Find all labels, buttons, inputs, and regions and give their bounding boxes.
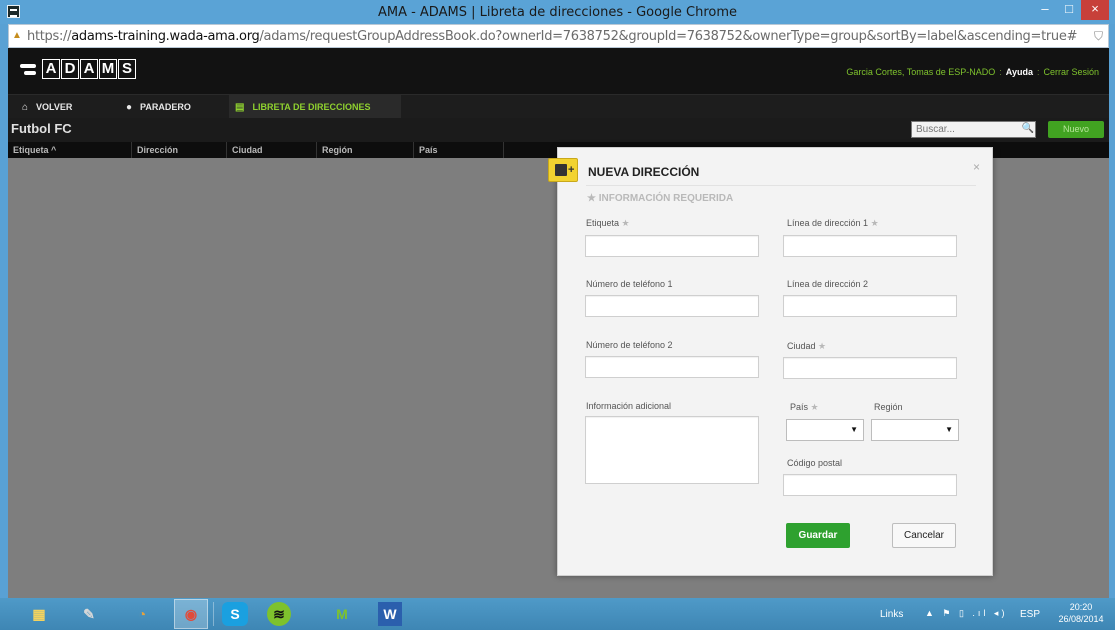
warning-lock-icon[interactable]: ▲ [12,30,24,42]
language-indicator[interactable]: ESP [1020,609,1040,620]
required-star-icon: ★ [818,341,827,351]
nav-label: PARADERO [140,102,191,112]
nav-label: VOLVER [36,102,73,112]
new-address-dialog: NUEVA DIRECCIÓN × ★ INFORMACIÓN REQUERID… [548,147,993,576]
clock-date: 26/08/2014 [1058,614,1104,624]
file-explorer-icon[interactable]: ▦ [22,599,56,629]
logo-letter: S [118,59,136,79]
nav-libreta-direcciones[interactable]: ▤ LIBRETA DE DIRECCIONES [229,95,401,119]
close-window-button[interactable]: × [1081,0,1109,20]
location-pin-icon: ● [126,102,133,113]
home-icon: ⌂ [22,102,29,113]
info-adicional-label: Información adicional [586,401,672,411]
column-header-etiqueta[interactable]: Etiqueta ^ [8,142,132,158]
title-bar: AMA - ADAMS | Libreta de direcciones - G… [0,0,1115,24]
etiqueta-label: Etiqueta ★ [586,218,630,229]
info-adicional-textarea[interactable] [585,416,759,484]
minimize-button[interactable]: – [1033,0,1057,20]
windows-taskbar: ▦ ✎ ◔ ◉ S ≋ M W Links ▲ ⚑ ▯ .ıl ◂) ESP 2… [0,598,1115,630]
window-title: AMA - ADAMS | Libreta de direcciones - G… [377,5,738,20]
codigo-postal-input[interactable] [783,474,957,496]
column-header-ciudad[interactable]: Ciudad [227,142,317,158]
dialog-title: NUEVA DIRECCIÓN [588,165,700,179]
skype-icon[interactable]: S [222,602,248,626]
label-text: País [790,402,809,412]
region-select[interactable]: ▼ [871,419,959,441]
logo-letter: A [80,59,98,79]
dropdown-arrow-icon: ▼ [850,425,858,434]
divider [586,185,976,186]
notepad-icon[interactable]: ✎ [72,599,106,629]
browser-window: AMA - ADAMS | Libreta de direcciones - G… [0,0,1115,598]
linea1-label: Línea de dirección 1 ★ [787,218,879,229]
save-button[interactable]: Guardar [786,523,850,548]
nav-paradero[interactable]: ● PARADERO [120,95,220,119]
column-header-region[interactable]: Región [317,142,414,158]
address-bar[interactable]: ▲ https://adams-training.wada-ama.org/ad… [8,24,1109,48]
list-toolbar: Futbol FC 🔍 Nuevo [8,118,1109,142]
label-text: Línea de dirección 1 [787,218,869,228]
region-label: Región [874,402,903,412]
telefono2-input[interactable] [585,356,759,378]
cancel-button[interactable]: Cancelar [892,523,956,548]
movistar-icon[interactable]: M [325,599,359,629]
pais-label: País ★ [790,402,819,413]
clock-time: 20:20 [1069,602,1093,612]
links-toolbar[interactable]: Links [880,609,903,620]
logo-letter: M [99,59,117,79]
close-dialog-button[interactable]: × [973,160,980,174]
column-header-direccion[interactable]: Dirección [132,142,227,158]
user-bar: Garcia Cortes, Tomas de ESP-NADO: Ayuda: C… [846,67,1099,77]
telefono2-label: Número de teléfono 2 [586,340,673,350]
required-star-icon: ★ [870,218,879,228]
spotify-icon[interactable]: ≋ [267,602,291,626]
telefono1-input[interactable] [585,295,759,317]
main-nav: ⌂ VOLVER ● PARADERO ▤ LIBRETA DE DIRECCIONE… [8,94,1109,119]
pais-select[interactable]: ▼ [786,419,864,441]
maximize-button[interactable]: □ [1057,0,1081,20]
picasa-icon[interactable]: ◔ [125,599,159,629]
adams-app: A D A M S Garcia Cortes, Tomas de ESP-NA… [8,48,1109,598]
logo-letter: A [42,59,60,79]
chrome-icon[interactable]: ◉ [174,599,208,629]
separator: : [1036,67,1040,77]
nav-label: LIBRETA DE DIRECCIONES [252,102,371,112]
new-button[interactable]: Nuevo [1048,121,1104,138]
ciudad-input[interactable] [783,357,957,379]
help-link[interactable]: Ayuda [1006,67,1033,77]
dropdown-arrow-icon: ▼ [945,425,953,434]
clock[interactable]: 20:20 26/08/2014 [1050,601,1112,625]
ciudad-label: Ciudad ★ [787,341,826,352]
codigo-postal-label: Código postal [787,458,843,468]
label-text: Ciudad [787,341,816,351]
shield-icon[interactable]: ⛉ [1094,29,1103,44]
adams-logo[interactable]: A D A M S [20,58,137,80]
column-header-pais[interactable]: País [414,142,504,158]
required-star-icon: ★ [810,402,819,412]
user-name-link[interactable]: Garcia Cortes, Tomas de ESP-NADO [846,67,995,77]
linea2-input[interactable] [783,295,957,317]
label-text: Etiqueta [586,218,620,228]
nav-volver[interactable]: ⌂ VOLVER [16,95,112,119]
top-header: A D A M S Garcia Cortes, Tomas de ESP-NA… [8,48,1109,94]
url-text[interactable]: https://adams-training.wada-ama.org/adam… [27,29,1077,44]
taskbar-separator [213,602,214,626]
group-title: Futbol FC [11,121,72,136]
tray-icons[interactable]: ▲ ⚑ ▯ .ıl ◂) [925,608,1007,619]
required-info-note: ★ INFORMACIÓN REQUERIDA [587,193,734,204]
logo-letter: D [61,59,79,79]
address-book-icon: ▤ [235,102,245,113]
separator: : [999,67,1002,77]
logo-mark-icon [20,61,38,77]
telefono1-label: Número de teléfono 1 [586,279,673,289]
search-icon[interactable]: 🔍 [1018,121,1038,138]
logout-link[interactable]: Cerrar Sesión [1043,67,1099,77]
linea2-label: Línea de dirección 2 [787,279,869,289]
word-icon[interactable]: W [378,602,402,626]
address-book-add-icon [548,158,578,182]
linea1-input[interactable] [783,235,957,257]
required-star-icon: ★ [621,218,630,228]
etiqueta-input[interactable] [585,235,759,257]
